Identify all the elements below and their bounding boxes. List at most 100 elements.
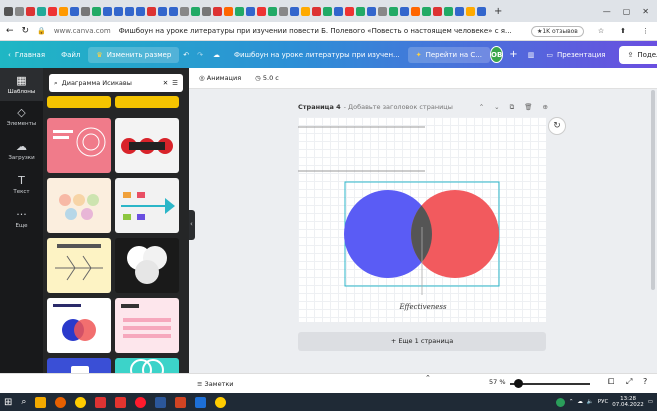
page-title-placeholder[interactable]: - Добавьте заголовок страницы <box>344 103 453 111</box>
tab-favicon[interactable] <box>301 6 310 16</box>
tab-favicon[interactable] <box>59 6 68 16</box>
search-input[interactable]: ⌕ Диаграмма Исикавы ✕ ☰ <box>49 74 183 92</box>
tab-favicon[interactable] <box>422 6 431 16</box>
tab-favicon[interactable] <box>213 6 222 16</box>
tab-favicon[interactable] <box>444 6 453 16</box>
volume-icon[interactable]: 🔈 <box>587 399 594 405</box>
tab-favicon[interactable] <box>345 6 354 16</box>
notes-button[interactable]: ≡ Заметки <box>197 380 234 388</box>
rail-item-more[interactable]: ··· Еще <box>0 208 43 238</box>
powerpoint-icon[interactable] <box>175 396 187 408</box>
tab-favicon[interactable] <box>48 6 57 16</box>
refresh-icon[interactable]: ↻ <box>548 117 566 135</box>
tab-favicon[interactable] <box>191 6 200 16</box>
home-button[interactable]: ‹ Главная <box>0 51 53 59</box>
template-thumbnail[interactable] <box>47 178 111 233</box>
tab-favicon[interactable] <box>26 6 35 16</box>
tab-favicon[interactable] <box>125 6 134 16</box>
yandex-icon[interactable] <box>75 396 87 408</box>
animation-button[interactable]: ◎ Анимация <box>199 74 241 82</box>
template-thumbnail[interactable] <box>115 96 179 108</box>
template-thumbnail[interactable] <box>47 238 111 293</box>
tab-favicon[interactable] <box>411 6 420 16</box>
tab-favicon[interactable] <box>202 6 211 16</box>
template-thumbnail[interactable] <box>115 238 179 293</box>
tab-favicon[interactable] <box>169 6 178 16</box>
reload-icon[interactable]: ↻ <box>22 26 30 36</box>
bookmark-icon[interactable]: ☆ <box>598 27 604 35</box>
trash-icon[interactable]: 🗑 <box>524 103 532 112</box>
undo-button[interactable]: ↶ <box>179 51 193 59</box>
effectiveness-label[interactable]: Effectiveness <box>398 303 447 311</box>
notifications-icon[interactable]: ▭ <box>648 399 653 405</box>
template-thumbnail[interactable] <box>47 358 111 373</box>
tab-favicon[interactable] <box>290 6 299 16</box>
minimize-icon[interactable]: — <box>603 7 611 16</box>
tab-favicon[interactable] <box>400 6 409 16</box>
template-thumbnail[interactable] <box>47 118 111 173</box>
add-collaborator-button[interactable]: + <box>503 49 523 60</box>
help-icon[interactable]: ? <box>643 377 647 386</box>
filter-icon[interactable]: ☰ <box>172 79 178 87</box>
redo-button[interactable]: ↷ <box>193 51 207 59</box>
tab-favicon[interactable] <box>279 6 288 16</box>
app-icon[interactable] <box>95 396 107 408</box>
tab-favicon[interactable] <box>312 6 321 16</box>
app-icon[interactable] <box>115 396 127 408</box>
tab-favicon[interactable] <box>433 6 442 16</box>
template-thumbnail[interactable] <box>47 298 111 353</box>
app-icon[interactable] <box>195 396 207 408</box>
rail-item-elements[interactable]: ◇ Элементы <box>0 106 43 136</box>
venn-diagram[interactable]: Effectiveness <box>298 117 546 322</box>
tab-favicon[interactable] <box>15 6 24 16</box>
page-count-icon[interactable]: ⧠ <box>608 377 614 387</box>
duration-button[interactable]: ◷ 5.0 с <box>255 74 279 82</box>
back-icon[interactable]: ← <box>6 26 14 36</box>
tab-favicon[interactable] <box>268 6 277 16</box>
network-icon[interactable]: ☁ <box>577 399 583 405</box>
fullscreen-icon[interactable]: ⤢ <box>626 377 632 387</box>
tab-favicon[interactable] <box>246 6 255 16</box>
chevron-up-icon[interactable]: ⌃ <box>569 399 574 405</box>
template-thumbnail[interactable] <box>115 298 179 353</box>
url-field[interactable]: www.canva.com <box>54 27 111 35</box>
reviews-badge[interactable]: ★1K отзывов <box>530 25 584 37</box>
chart-icon[interactable]: ▥ <box>524 51 539 59</box>
doc-title[interactable]: Фишбоун на уроке литературы при изучен..… <box>226 51 408 59</box>
tab-favicon[interactable] <box>180 6 189 16</box>
language-indicator[interactable]: РУС <box>598 399 609 405</box>
tab-favicon[interactable] <box>466 6 475 16</box>
extension-icon[interactable]: ⬆ <box>620 27 626 35</box>
firefox-icon[interactable] <box>55 396 67 408</box>
zoom-level[interactable]: 57 % <box>489 378 506 386</box>
chevron-up-icon[interactable]: ⌃ <box>479 103 484 112</box>
close-icon[interactable]: ✕ <box>642 7 649 16</box>
avatar[interactable]: ОВ <box>490 46 504 63</box>
tab-favicon[interactable] <box>70 6 79 16</box>
tab-favicon[interactable] <box>367 6 376 16</box>
rail-item-templates[interactable]: ▦ Шаблоны <box>0 68 43 101</box>
tab-favicon[interactable] <box>323 6 332 16</box>
resize-button[interactable]: ♛ Изменить размер <box>88 46 180 63</box>
tab-favicon[interactable] <box>224 6 233 16</box>
tab-favicon[interactable] <box>136 6 145 16</box>
tab-favicon[interactable] <box>389 6 398 16</box>
tab-favicon[interactable] <box>477 6 486 16</box>
goto-button[interactable]: ✦ Перейти на С... <box>407 46 490 63</box>
windows-start-icon[interactable]: ⊞ <box>4 397 12 408</box>
yandex-icon[interactable] <box>215 396 227 408</box>
panel-collapse-handle[interactable]: ‹ <box>189 210 195 240</box>
duplicate-icon[interactable]: ⧉ <box>510 103 515 112</box>
tab-favicon[interactable] <box>37 6 46 16</box>
share-button[interactable]: ⇪ Поделиться <box>619 45 657 64</box>
cloud-icon[interactable]: ☁ <box>207 51 226 59</box>
template-thumbnail[interactable] <box>115 118 179 173</box>
file-menu[interactable]: Файл <box>53 51 88 59</box>
tab-favicon[interactable] <box>81 6 90 16</box>
tab-favicon[interactable] <box>356 6 365 16</box>
tab-favicon[interactable] <box>158 6 167 16</box>
tab-favicon[interactable] <box>4 6 13 16</box>
present-button[interactable]: ▭ Презентация <box>538 51 613 59</box>
tab-favicon[interactable] <box>257 6 266 16</box>
new-tab-button[interactable]: + <box>494 6 502 17</box>
